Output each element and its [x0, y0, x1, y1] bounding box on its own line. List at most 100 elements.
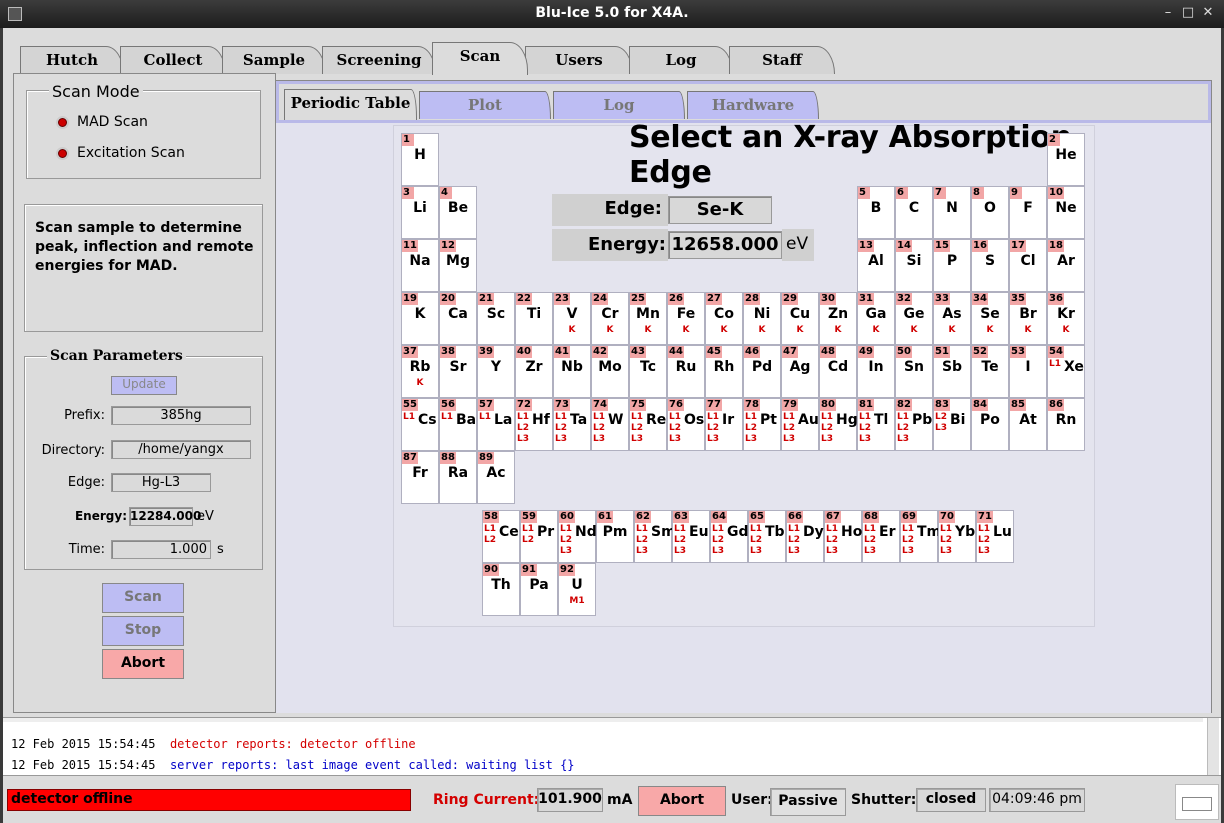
element-au[interactable]: 79 Au L1 L2 L3: [781, 398, 819, 451]
tab-scan-log[interactable]: Log: [553, 91, 685, 119]
element-pr[interactable]: 59 Pr L1 L2: [520, 510, 558, 563]
element-eu[interactable]: 63 Eu L1 L2 L3: [672, 510, 710, 563]
element-be[interactable]: 4 Be: [439, 186, 477, 239]
element-at[interactable]: 85 At: [1009, 398, 1047, 451]
element-pb[interactable]: 82 Pb L1 L2 L3: [895, 398, 933, 451]
scan-button[interactable]: Scan: [102, 583, 184, 613]
element-ga[interactable]: 31 Ga K: [857, 292, 895, 345]
element-cu[interactable]: 29 Cu K: [781, 292, 819, 345]
tab-sample[interactable]: Sample: [222, 46, 326, 74]
element-ho[interactable]: 67 Ho L1 L2 L3: [824, 510, 862, 563]
element-tl[interactable]: 81 Tl L1 L2 L3: [857, 398, 895, 451]
tab-collect[interactable]: Collect: [120, 46, 226, 74]
close-icon[interactable]: ✕: [1200, 5, 1216, 20]
element-ni[interactable]: 28 Ni K: [743, 292, 781, 345]
element-os[interactable]: 76 Os L1 L2 L3: [667, 398, 705, 451]
element-ba[interactable]: 56 Ba L1: [439, 398, 477, 451]
element-cs[interactable]: 55 Cs L1: [401, 398, 439, 451]
tab-screening[interactable]: Screening: [322, 46, 436, 74]
element-te[interactable]: 52 Te: [971, 345, 1009, 398]
element-c[interactable]: 6C: [895, 186, 933, 239]
element-rh[interactable]: 45 Rh: [705, 345, 743, 398]
element-y[interactable]: 39 Y: [477, 345, 515, 398]
element-u[interactable]: 92 U M1: [558, 563, 596, 616]
mad-scan-radio[interactable]: MAD Scan: [58, 114, 148, 130]
element-hg[interactable]: 80 Hg L1 L2 L3: [819, 398, 858, 451]
element-mo[interactable]: 42 Mo: [591, 345, 629, 398]
element-er[interactable]: 68 Er L1 L2 L3: [862, 510, 900, 563]
maximize-icon[interactable]: □: [1180, 5, 1196, 20]
element-in[interactable]: 49 In: [857, 345, 895, 398]
tab-staff[interactable]: Staff: [729, 46, 835, 74]
element-ge[interactable]: 32 Ge K: [895, 292, 933, 345]
element-pd[interactable]: 46 Pd: [743, 345, 781, 398]
element-al[interactable]: 13 Al: [857, 239, 895, 292]
element-sn[interactable]: 50 Sn: [895, 345, 933, 398]
element-rn[interactable]: 86 Rn: [1047, 398, 1085, 451]
element-ag[interactable]: 47 Ag: [781, 345, 819, 398]
element-v[interactable]: 23 V K: [553, 292, 591, 345]
element-h[interactable]: 1H: [401, 133, 439, 186]
log-scrollbar[interactable]: [1207, 718, 1219, 775]
status-abort-button[interactable]: Abort: [638, 786, 726, 816]
element-cr[interactable]: 24 Cr K: [591, 292, 629, 345]
time-field[interactable]: 1.000: [111, 540, 211, 559]
element-na[interactable]: 11 Na: [401, 239, 439, 292]
element-zr[interactable]: 40 Zr: [515, 345, 553, 398]
element-f[interactable]: 9F: [1009, 186, 1047, 239]
element-p[interactable]: 15 P: [933, 239, 971, 292]
element-fr[interactable]: 87 Fr: [401, 451, 439, 504]
element-ca[interactable]: 20 Ca: [439, 292, 477, 345]
element-th[interactable]: 90 Th: [482, 563, 520, 616]
element-tb[interactable]: 65 Tb L1 L2 L3: [748, 510, 786, 563]
element-s[interactable]: 16 S: [971, 239, 1009, 292]
element-hf[interactable]: 72 Hf L1 L2 L3: [515, 398, 553, 451]
element-sm[interactable]: 62 Sm L1 L2 L3: [634, 510, 676, 563]
element-as[interactable]: 33 As K: [933, 292, 971, 345]
element-tm[interactable]: 69 Tm L1 L2 L3: [900, 510, 941, 563]
element-ne[interactable]: 10 Ne: [1047, 186, 1085, 239]
directory-field[interactable]: /home/yangx: [111, 440, 251, 459]
element-dy[interactable]: 66 Dy L1 L2 L3: [786, 510, 824, 563]
stop-button[interactable]: Stop: [102, 616, 184, 646]
element-fe[interactable]: 26 Fe K: [667, 292, 705, 345]
element-i[interactable]: 53 I: [1009, 345, 1047, 398]
element-sc[interactable]: 21 Sc: [477, 292, 515, 345]
tab-hutch[interactable]: Hutch: [20, 46, 124, 74]
element-pm[interactable]: 61 Pm: [596, 510, 634, 563]
energy-field[interactable]: 12284.000: [129, 507, 201, 526]
element-ir[interactable]: 77 Ir L1 L2 L3: [705, 398, 743, 451]
element-xe[interactable]: 54 Xe L1: [1047, 345, 1085, 398]
element-ac[interactable]: 89 Ac: [477, 451, 515, 504]
element-cd[interactable]: 48 Cd: [819, 345, 857, 398]
element-nd[interactable]: 60 Nd L1 L2 L3: [558, 510, 597, 563]
element-gd[interactable]: 64 Gd L1 L2 L3: [710, 510, 749, 563]
element-ti[interactable]: 22 Ti: [515, 292, 553, 345]
excitation-scan-radio[interactable]: Excitation Scan: [58, 145, 185, 161]
element-li[interactable]: 3 Li: [401, 186, 439, 239]
update-button[interactable]: Update: [111, 376, 177, 395]
element-co[interactable]: 27 Co K: [705, 292, 743, 345]
element-tc[interactable]: 43 Tc: [629, 345, 667, 398]
element-rb[interactable]: 37 Rb K: [401, 345, 439, 398]
element-re[interactable]: 75 Re L1 L2 L3: [629, 398, 667, 451]
abort-button[interactable]: Abort: [102, 649, 184, 679]
element-kr[interactable]: 36 Kr K: [1047, 292, 1085, 345]
element-pt[interactable]: 78 Pt L1 L2 L3: [743, 398, 781, 451]
tab-periodic-table[interactable]: Periodic Table: [284, 89, 417, 120]
element-pa[interactable]: 91 Pa: [520, 563, 558, 616]
element-se[interactable]: 34 Se K: [971, 292, 1009, 345]
element-w[interactable]: 74 W L1 L2 L3: [591, 398, 629, 451]
element-ru[interactable]: 44 Ru: [667, 345, 705, 398]
element-nb[interactable]: 41 Nb: [553, 345, 591, 398]
element-mg[interactable]: 12 Mg: [439, 239, 477, 292]
element-lu[interactable]: 71 Lu L1 L2 L3: [976, 510, 1014, 563]
element-b[interactable]: 5B: [857, 186, 895, 239]
element-po[interactable]: 84 Po: [971, 398, 1009, 451]
tab-scan[interactable]: Scan: [432, 42, 528, 75]
element-he[interactable]: 2 He: [1047, 133, 1085, 186]
element-k[interactable]: 19 K: [401, 292, 439, 345]
tab-users[interactable]: Users: [525, 46, 633, 74]
edge-field[interactable]: Hg-L3: [111, 473, 211, 492]
element-ce[interactable]: 58 Ce L1 L2: [482, 510, 520, 563]
